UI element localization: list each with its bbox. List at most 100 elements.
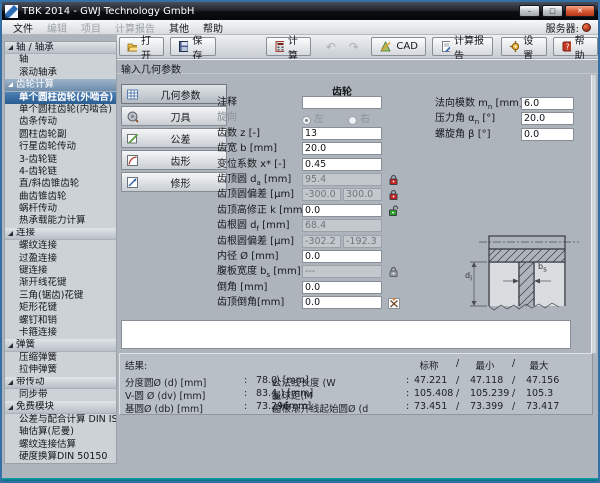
tip-deviation-label: 齿顶圆偏差 [µm]: [217, 188, 294, 202]
sidebar-item-label: 过盈连接: [19, 253, 57, 265]
sidebar-group-header[interactable]: 带传动: [5, 377, 116, 389]
diagram-bs-label: bs: [538, 262, 547, 274]
results-col-max: 最大: [514, 358, 564, 372]
sidebar-item[interactable]: 圆柱齿轮副: [5, 129, 116, 141]
sidebar-item[interactable]: 三角(锯齿)花键: [5, 290, 116, 302]
message-box: [121, 320, 571, 349]
slash: /: [456, 388, 459, 399]
sidebar-item[interactable]: 螺钉和销: [5, 315, 116, 327]
pressure-angle-label: 压力角 αn [°]: [435, 112, 495, 129]
cad-icon: [379, 40, 392, 53]
sidebar-group-header[interactable]: 轴 / 轴承: [5, 42, 116, 54]
sidebar-item[interactable]: 4-齿轮链: [5, 166, 116, 178]
sidebar-item[interactable]: 行星齿轮传动: [5, 141, 116, 153]
sidebar-item[interactable]: 滚动轴承: [5, 67, 116, 79]
sidebar-item-label: 热承载能力计算: [19, 215, 86, 227]
report-button[interactable]: 计算报告: [432, 37, 493, 56]
menu-other[interactable]: 其他: [162, 20, 196, 35]
sidebar-item[interactable]: 蜗杆传动: [5, 203, 116, 215]
sidebar-item[interactable]: 轴估算(尼曼): [5, 426, 116, 438]
sidebar-group-header[interactable]: 连接: [5, 228, 116, 240]
titlebar[interactable]: TBK 2014 - GWJ Technology GmbH – □ ✕: [2, 2, 598, 20]
sidebar-item[interactable]: 同步带: [5, 389, 116, 401]
sidebar-item-label: 拉伸弹簧: [19, 364, 57, 376]
tip-chamfer-input[interactable]: [302, 296, 382, 309]
sidebar-item[interactable]: 过盈连接: [5, 253, 116, 265]
open-button[interactable]: 打开: [119, 37, 164, 56]
maximize-button[interactable]: □: [542, 5, 563, 17]
save-button-label: 保存: [192, 32, 207, 62]
base-diameter-label: 基圆Ø (db) [mm]: [125, 401, 203, 415]
sidebar-item[interactable]: 轴: [5, 54, 116, 66]
sidebar-group-header[interactable]: 免费模块: [5, 401, 116, 413]
sidebar-item[interactable]: 公差与配合计算 DIN ISO 286: [5, 414, 116, 426]
sidebar-item[interactable]: 键连接: [5, 265, 116, 277]
settings-button-label: 设置: [523, 32, 538, 62]
menu-file[interactable]: 文件: [6, 20, 40, 35]
sidebar-item[interactable]: 曲齿锥齿轮: [5, 191, 116, 203]
tip-chamfer-option-icon[interactable]: [388, 297, 400, 314]
report-button-label: 计算报告: [454, 32, 485, 62]
sidebar-item[interactable]: 直/斜齿锥齿轮: [5, 178, 116, 190]
calculator-icon: [274, 40, 284, 53]
sidebar-item[interactable]: 热承载能力计算: [5, 215, 116, 227]
sidebar-item[interactable]: 单个圆柱齿轮(内啮合): [5, 104, 116, 116]
open-button-label: 打开: [141, 32, 156, 62]
sidebar-item-label: 单个圆柱齿轮(内啮合): [19, 104, 112, 116]
sidebar-item[interactable]: 3-齿轮链: [5, 154, 116, 166]
ball-measurement-max: 105.3: [526, 388, 553, 399]
save-floppy-icon: [178, 40, 188, 53]
profile-shift-input[interactable]: [302, 158, 382, 171]
sidebar-item-label: 压缩弹簧: [19, 352, 57, 364]
minimize-button[interactable]: –: [519, 5, 540, 17]
sidebar-item[interactable]: 齿条传动: [5, 116, 116, 128]
pitch-diameter-label: 分度圆Ø (d) [mm]: [125, 375, 206, 389]
settings-button[interactable]: 设置: [501, 37, 546, 56]
sidebar-item-label: 渐开线花键: [19, 277, 67, 289]
calculate-button[interactable]: 计算: [266, 37, 311, 56]
helix-angle-label: 螺旋角 β [°]: [435, 128, 491, 142]
expander-triangle-icon: [8, 231, 13, 236]
sidebar-item[interactable]: 拉伸弹簧: [5, 364, 116, 376]
undo-button: ↶: [321, 40, 340, 54]
normal-module-input[interactable]: [521, 97, 574, 110]
tip-correction-input[interactable]: [302, 204, 382, 217]
menu-edit: 编辑: [40, 20, 74, 35]
sidebar-item[interactable]: 矩形花键: [5, 302, 116, 314]
sidebar-item[interactable]: 卡箍连接: [5, 327, 116, 339]
sidebar-item[interactable]: 螺纹连接估算: [5, 439, 116, 451]
inner-diameter-input[interactable]: [302, 250, 382, 263]
pressure-angle-input[interactable]: [521, 112, 574, 125]
sidebar-item[interactable]: 压缩弹簧: [5, 352, 116, 364]
sidebar-group-header[interactable]: 齿轮计算: [5, 79, 116, 91]
tip-diameter-input: [302, 173, 382, 186]
face-width-input[interactable]: [302, 142, 382, 155]
sidebar-item-label: 3-齿轮链: [19, 154, 57, 166]
cad-button[interactable]: CAD: [371, 37, 426, 56]
face-width-label: 齿宽 b [mm]: [217, 142, 277, 156]
app-icon: [5, 5, 18, 18]
save-button[interactable]: 保存: [170, 37, 215, 56]
sidebar-item-label: 圆柱齿轮副: [19, 129, 67, 141]
sidebar-item-label: 带传动: [16, 377, 45, 389]
slash: /: [512, 388, 515, 399]
helix-angle-input[interactable]: [521, 128, 574, 141]
close-button[interactable]: ✕: [565, 5, 595, 17]
sidebar-item-label: 公差与配合计算 DIN ISO 286: [19, 414, 116, 426]
colon: :: [406, 375, 409, 386]
sidebar-item[interactable]: 硬度换算DIN 50150: [5, 451, 116, 463]
ball-measurement-nominal: 105.408: [414, 388, 453, 399]
sidebar-item-label: 齿轮计算: [16, 79, 54, 91]
redo-button: ↷: [344, 40, 363, 54]
chamfer-input[interactable]: [302, 281, 382, 294]
sidebar-item[interactable]: 单个圆柱齿轮(外啮合): [5, 92, 116, 104]
root-diameter-input: [302, 219, 382, 232]
sidebar-group-header[interactable]: 弹簧: [5, 339, 116, 351]
sidebar-item[interactable]: 渐开线花键: [5, 277, 116, 289]
help-button[interactable]: ? 帮助: [553, 37, 598, 56]
sidebar-item[interactable]: 螺纹连接: [5, 240, 116, 252]
base-tangent-length-label: 公法线长度 (Wk) [mm]: [272, 375, 276, 388]
sidebar-item-label: 免费模块: [16, 401, 54, 413]
root-form-diameter-min: 73.399: [470, 401, 503, 412]
expander-triangle-icon: [8, 405, 13, 410]
